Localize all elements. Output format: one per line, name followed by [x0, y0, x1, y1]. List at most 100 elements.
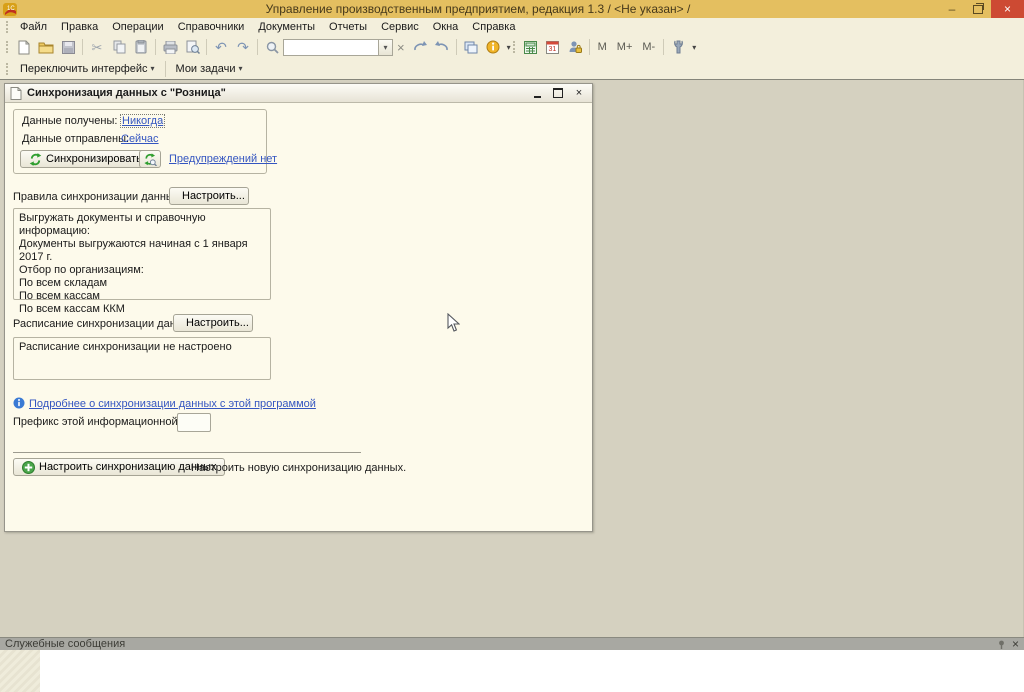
- cut-icon: ✂: [92, 41, 103, 54]
- new-document-button[interactable]: [13, 37, 35, 57]
- separator-line: [13, 452, 361, 453]
- paste-button[interactable]: [130, 37, 152, 57]
- menu-file[interactable]: Файл: [13, 18, 54, 36]
- service-messages-header: Служебные сообщения ×: [0, 637, 1024, 650]
- redo-button[interactable]: ↷: [232, 37, 254, 57]
- application-window: 1С Управление производственным предприят…: [0, 0, 1024, 692]
- rules-line: По всем складам: [19, 277, 265, 290]
- search-icon: [266, 41, 279, 54]
- settings-button[interactable]: [667, 37, 689, 57]
- clear-search-button[interactable]: ×: [397, 40, 405, 55]
- rules-line: Документы выгружаются начиная с 1 января…: [19, 238, 265, 264]
- calendar-button[interactable]: 31: [542, 37, 564, 57]
- minimize-button[interactable]: –: [939, 0, 965, 18]
- dialog-titlebar[interactable]: Синхронизация данных с "Розница" ×: [5, 84, 592, 103]
- undo-button[interactable]: ↶: [210, 37, 232, 57]
- window-title: Управление производственным предприятием…: [17, 2, 939, 16]
- copy-icon: [113, 40, 126, 54]
- restore-button[interactable]: [965, 0, 991, 18]
- rules-configure-button[interactable]: Настроить...: [169, 187, 249, 205]
- menu-documents[interactable]: Документы: [251, 18, 322, 36]
- toolbar-separator: [206, 39, 207, 55]
- dialog-minimize-button[interactable]: [529, 86, 545, 100]
- sync-icon: [29, 153, 42, 166]
- paste-icon: [135, 40, 147, 54]
- user-permissions-button[interactable]: [564, 37, 586, 57]
- info-dropdown-arrow[interactable]: ▾: [507, 43, 511, 52]
- memory-recall-button[interactable]: М: [593, 38, 612, 56]
- menu-reports[interactable]: Отчеты: [322, 18, 374, 36]
- sync-check-button[interactable]: [139, 150, 161, 168]
- memory-subtract-button[interactable]: М-: [637, 38, 660, 56]
- service-messages-close-button[interactable]: ×: [1012, 639, 1019, 649]
- sent-link[interactable]: Сейчас: [121, 133, 159, 145]
- settings-dropdown-arrow[interactable]: ▾: [692, 43, 696, 52]
- menu-windows[interactable]: Окна: [426, 18, 466, 36]
- info-button[interactable]: [482, 37, 504, 57]
- search-input[interactable]: [283, 39, 379, 56]
- toolbar-grip: [6, 21, 8, 33]
- toolbar-separator: [155, 39, 156, 55]
- mdi-workspace: Синхронизация данных с "Розница" × Данны…: [0, 79, 1024, 637]
- dialog-icon: [10, 87, 22, 100]
- find-next-button[interactable]: [409, 37, 431, 57]
- toolbar-separator: [165, 61, 166, 77]
- open-button[interactable]: [35, 37, 57, 57]
- menu-service[interactable]: Сервис: [374, 18, 426, 36]
- rules-description-box[interactable]: Выгружать документы и справочную информа…: [13, 208, 271, 300]
- undo-icon: ↶: [215, 40, 227, 54]
- interface-toolbar: Переключить интерфейс ▾ Мои задачи ▾: [0, 58, 1024, 79]
- prefix-input[interactable]: [177, 413, 211, 432]
- rules-line: Отбор по организациям:: [19, 264, 265, 277]
- menu-operations[interactable]: Операции: [105, 18, 170, 36]
- memory-add-button[interactable]: М+: [612, 38, 638, 56]
- synchronize-button[interactable]: Синхронизировать: [20, 150, 151, 168]
- pin-icon[interactable]: [997, 640, 1006, 649]
- received-link[interactable]: Никогда: [120, 114, 165, 128]
- print-preview-button[interactable]: [181, 37, 203, 57]
- menu-catalogs[interactable]: Справочники: [171, 18, 252, 36]
- sync-dialog: Синхронизация данных с "Розница" × Данны…: [4, 83, 593, 532]
- close-button[interactable]: ×: [991, 0, 1024, 18]
- minimize-icon: [534, 96, 541, 98]
- info-icon: [486, 40, 500, 54]
- svg-text:31: 31: [549, 46, 557, 53]
- calculator-button[interactable]: [520, 37, 542, 57]
- menu-help[interactable]: Справка: [465, 18, 522, 36]
- app-logo-icon: 1С: [3, 3, 17, 16]
- calculator-icon: [524, 41, 537, 54]
- redo-icon: ↷: [237, 40, 249, 54]
- chevron-down-icon: ▾: [151, 64, 155, 73]
- my-tasks-button[interactable]: Мои задачи ▾: [169, 60, 250, 78]
- setup-hint: Настроить новую синхронизацию данных.: [191, 462, 406, 474]
- wrench-icon: [673, 40, 684, 54]
- find-button[interactable]: [261, 37, 283, 57]
- save-button[interactable]: [57, 37, 79, 57]
- search-dropdown-button[interactable]: ▾: [379, 39, 393, 56]
- warnings-link[interactable]: Предупреждений нет: [169, 153, 277, 165]
- dialog-close-button[interactable]: ×: [571, 86, 587, 100]
- copy-button[interactable]: [108, 37, 130, 57]
- toolbar-separator: [663, 39, 664, 55]
- schedule-description-box[interactable]: Расписание синхронизации не настроено: [13, 337, 271, 380]
- dialog-maximize-button[interactable]: [550, 86, 566, 100]
- details-link[interactable]: Подробнее о синхронизации данных с этой …: [29, 398, 316, 410]
- received-label: Данные получены:: [22, 115, 117, 127]
- service-messages-title: Служебные сообщения: [5, 638, 125, 650]
- switch-interface-button[interactable]: Переключить интерфейс ▾: [13, 60, 162, 78]
- restore-icon: [973, 5, 983, 14]
- schedule-label: Расписание синхронизации данных:: [13, 318, 198, 330]
- service-messages-body: [0, 650, 1024, 692]
- menu-edit[interactable]: Правка: [54, 18, 105, 36]
- cut-button[interactable]: ✂: [86, 37, 108, 57]
- schedule-configure-button[interactable]: Настроить...: [173, 314, 253, 332]
- toolbar-grip: [513, 41, 515, 53]
- print-button[interactable]: [159, 37, 181, 57]
- save-icon: [62, 41, 75, 54]
- toolbar-grip: [6, 63, 8, 75]
- print-preview-icon: [185, 40, 200, 54]
- sent-label: Данные отправлены:: [22, 133, 129, 145]
- find-previous-button[interactable]: [431, 37, 453, 57]
- windows-icon: [464, 41, 478, 54]
- open-windows-button[interactable]: [460, 37, 482, 57]
